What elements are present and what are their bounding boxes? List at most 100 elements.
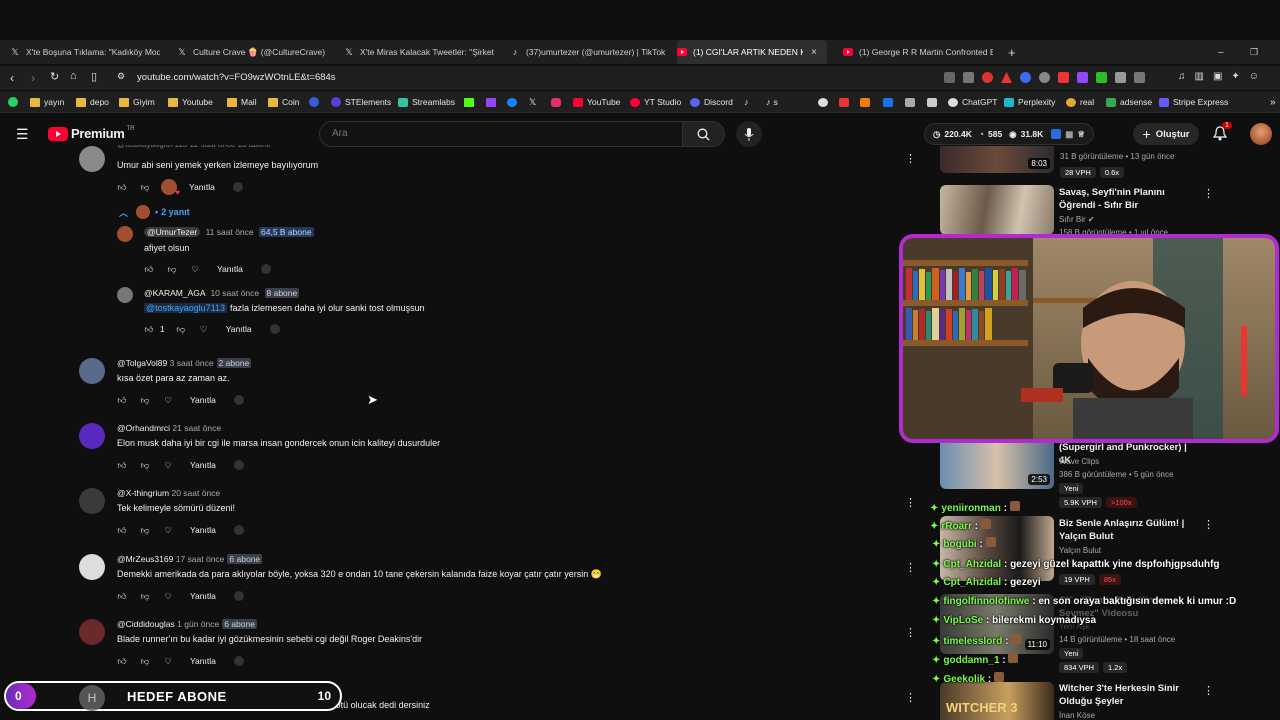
video-channel[interactable]: Yalçın Bulut <box>1059 546 1101 555</box>
more-options-icon[interactable]: ⋮ <box>905 626 916 639</box>
extension-icon[interactable] <box>1115 72 1126 83</box>
bookmark-real[interactable]: real <box>1066 91 1094 113</box>
thumbs-up-icon[interactable]: 👍︎ <box>115 654 129 668</box>
more-bookmarks-icon[interactable]: » <box>1270 91 1276 113</box>
profile-icon[interactable]: ☺ <box>1249 71 1259 82</box>
extension-icon[interactable] <box>1039 72 1050 83</box>
extension-icon[interactable] <box>963 72 974 83</box>
reply-button[interactable]: Yanıtla <box>190 525 216 535</box>
thumbs-down-icon[interactable]: 👎︎ <box>138 180 152 194</box>
search-button[interactable] <box>683 121 725 147</box>
video-thumbnail[interactable] <box>940 185 1054 235</box>
close-tab-icon[interactable]: × <box>811 47 817 58</box>
url-text[interactable]: youtube.com/watch?v=FO9wzWOtnLE&t=684s <box>137 72 336 83</box>
video-thumbnail[interactable]: 2:53 <box>940 443 1054 489</box>
creator-heart-icon[interactable]: ♥ <box>161 179 180 197</box>
site-info-icon[interactable]: ⚙ <box>117 71 125 82</box>
bookmark-misc[interactable] <box>818 91 832 113</box>
bookmark-perplexity[interactable]: Perplexity <box>1004 91 1055 113</box>
extension-icon[interactable] <box>1096 72 1107 83</box>
tab-3[interactable]: 𝕏 X'te Miras Kalacak Tweetler: "Şirket p <box>344 40 494 64</box>
tab-6[interactable]: (1) George R R Martin Confronted By <box>843 40 993 64</box>
video-channel[interactable]: Wave Clips <box>1059 457 1099 466</box>
avatar[interactable] <box>1250 123 1272 145</box>
split-view-icon[interactable]: ▣ <box>1213 71 1222 82</box>
thumbs-down-icon[interactable]: 👎︎ <box>138 523 152 537</box>
avatar[interactable] <box>117 287 133 303</box>
reply-button[interactable]: Yanıtla <box>190 395 216 405</box>
reload-icon[interactable]: ↻ <box>50 70 59 83</box>
video-thumbnail[interactable]: 8:03 <box>940 146 1054 173</box>
maximize-icon[interactable]: ❐ <box>1250 40 1260 64</box>
avatar[interactable] <box>79 358 105 384</box>
more-icon[interactable] <box>233 395 244 405</box>
thumbs-down-icon[interactable]: 👎︎ <box>174 322 188 336</box>
extensions-puzzle-icon[interactable]: ✦ <box>1231 71 1239 82</box>
back-icon[interactable]: ‹ <box>10 71 14 85</box>
heart-icon[interactable]: ♡ <box>161 654 175 668</box>
thumbs-up-icon[interactable]: 👍︎ <box>142 262 156 276</box>
minimize-icon[interactable]: – <box>1218 40 1228 64</box>
bookmark-adsense[interactable]: adsense <box>1106 91 1152 113</box>
thumbs-up-icon[interactable]: 👍︎ <box>115 523 129 537</box>
tab-5-active[interactable]: (1) CGI'LAR ARTIK NEDEN KÖTÜ × <box>677 40 827 64</box>
heart-icon[interactable]: ♡ <box>197 322 211 336</box>
bookmark-x[interactable]: 𝕏 <box>529 91 536 113</box>
replies-toggle[interactable]: ︿ • 2 yanıt <box>119 205 190 219</box>
heart-icon[interactable]: ♡ <box>188 262 202 276</box>
avatar[interactable] <box>79 488 105 514</box>
bookmark-kick[interactable] <box>464 91 478 113</box>
bookmark-yt-studio[interactable]: YT Studio <box>630 91 681 113</box>
bookmark-icon[interactable]: ▯ <box>91 70 97 83</box>
thumbs-down-icon[interactable]: 👎︎ <box>138 393 152 407</box>
more-icon[interactable] <box>233 591 244 601</box>
thumbs-up-icon[interactable]: 👍︎ <box>115 180 129 194</box>
search-box[interactable] <box>319 121 683 147</box>
voice-search-button[interactable] <box>736 121 762 147</box>
reply-button[interactable]: Yanıtla <box>217 264 243 274</box>
thumbs-down-icon[interactable]: 👎︎ <box>138 589 152 603</box>
tab-1[interactable]: 𝕏 X'te Boşuna Tıklama: "Kadıköy Moda <box>10 40 160 64</box>
reply-button[interactable]: Yanıtla <box>226 324 252 334</box>
bookmark-tiktok[interactable]: ♪ s <box>766 91 778 113</box>
bookmark-discord[interactable]: Discord <box>690 91 733 113</box>
new-tab-button[interactable]: + <box>1008 40 1022 64</box>
more-options-icon[interactable]: ⋮ <box>1203 518 1214 531</box>
create-button[interactable]: + Oluştur <box>1133 123 1199 145</box>
reply-button[interactable]: Yanıtla <box>190 460 216 470</box>
thumbs-up-icon[interactable]: 👍︎ <box>115 589 129 603</box>
more-icon[interactable] <box>232 182 243 192</box>
bookmark-r[interactable] <box>309 91 323 113</box>
more-options-icon[interactable]: ⋮ <box>905 152 916 165</box>
thumbs-down-icon[interactable]: 👎︎ <box>138 458 152 472</box>
tab-2[interactable]: 𝕏 Culture Crave 🍿 (@CultureCrave) / <box>177 40 327 64</box>
bookmark-streamlabs[interactable]: Streamlabs <box>398 91 455 113</box>
bookmark-twitch[interactable] <box>486 91 500 113</box>
bookmark-stripe[interactable]: Stripe Express <box>1159 91 1228 113</box>
extension-icon[interactable] <box>1020 72 1031 83</box>
mention-link[interactable]: @tostkayaoglu7113 <box>144 303 228 313</box>
bookmark-misc[interactable] <box>927 91 941 113</box>
thumbs-up-icon[interactable]: 👍︎ <box>115 393 129 407</box>
extension-icon[interactable] <box>1077 72 1088 83</box>
extension-icon[interactable] <box>1058 72 1069 83</box>
bookmark-folder[interactable]: Mail <box>227 91 257 113</box>
avatar[interactable] <box>79 423 105 449</box>
stats-pill[interactable]: ◷ 220.4K ◔ 585 ◉ 31.8K ▦ ♕ <box>924 123 1094 145</box>
video-thumbnail[interactable]: WITCHER 3 <box>940 682 1054 720</box>
video-title[interactable]: Savaş, Seyfi'nin Planını Öğrendi - Sıfır… <box>1059 186 1199 212</box>
bookmark-misc[interactable] <box>860 91 874 113</box>
bookmark-instagram[interactable] <box>551 91 565 113</box>
bookmark-folder[interactable]: Youtube <box>168 91 213 113</box>
bookmark-folder[interactable]: depo <box>76 91 109 113</box>
home-icon[interactable]: ⌂ <box>70 70 77 82</box>
bookmark-stelements[interactable]: STElements <box>331 91 391 113</box>
music-icon[interactable]: ♫ <box>1178 71 1186 82</box>
avatar[interactable] <box>79 619 105 645</box>
bookmark-misc[interactable] <box>839 91 853 113</box>
more-icon[interactable] <box>233 525 244 535</box>
more-icon[interactable] <box>233 656 244 666</box>
bookmark-folder[interactable]: Coin <box>268 91 299 113</box>
notifications-button[interactable]: 1 <box>1212 122 1232 146</box>
sidebar-icon[interactable]: ▥ <box>1195 71 1204 82</box>
